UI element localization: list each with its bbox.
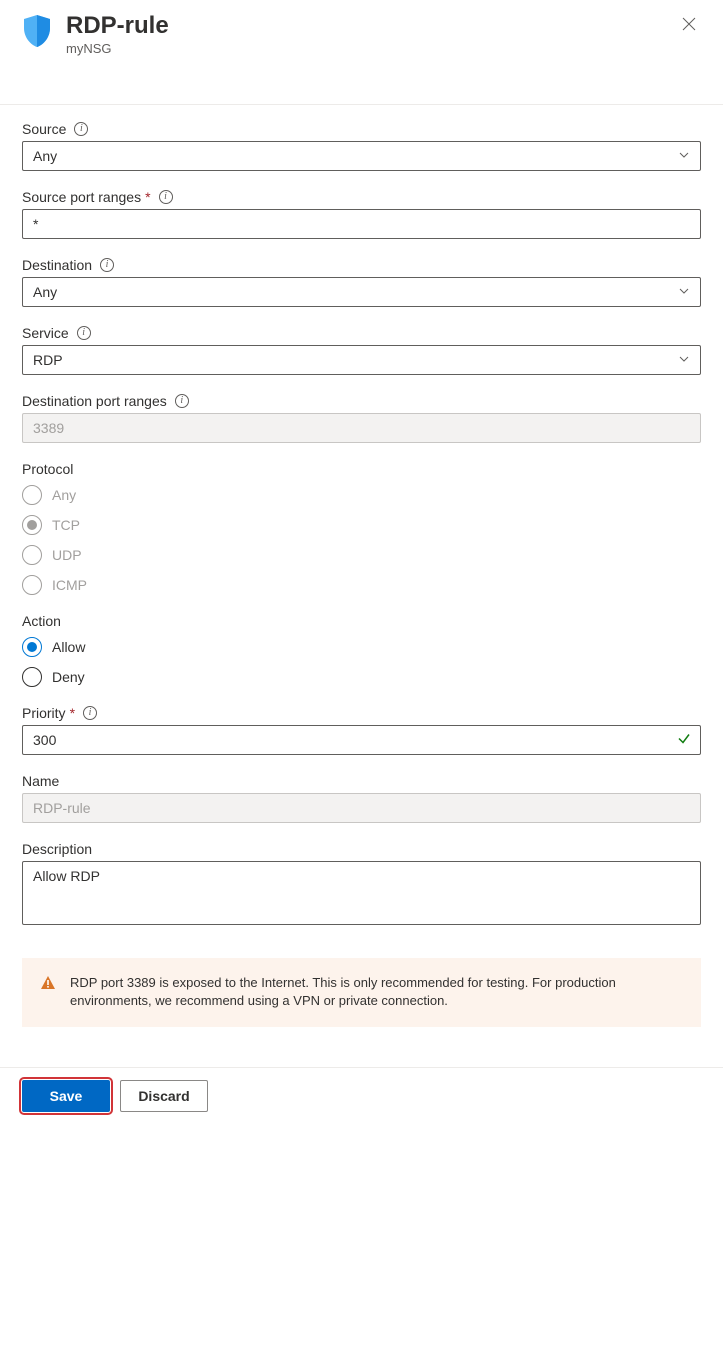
warning-text: RDP port 3389 is exposed to the Internet… — [70, 974, 683, 1012]
action-radio-group: Allow Deny — [22, 637, 701, 687]
protocol-label: Protocol — [22, 461, 73, 477]
destination-port-ranges-label: Destination port ranges — [22, 393, 167, 409]
protocol-radio-group: Any TCP UDP ICMP — [22, 485, 701, 595]
action-option-allow[interactable]: Allow — [22, 637, 701, 657]
source-select[interactable]: Any — [22, 141, 701, 171]
info-icon[interactable]: i — [159, 190, 173, 204]
warning-icon — [40, 975, 56, 994]
description-textarea[interactable] — [22, 861, 701, 925]
info-icon[interactable]: i — [100, 258, 114, 272]
source-port-ranges-input[interactable] — [22, 209, 701, 239]
required-marker: * — [70, 705, 75, 721]
info-icon[interactable]: i — [77, 326, 91, 340]
protocol-option-tcp: TCP — [22, 515, 701, 535]
source-port-ranges-label: Source port ranges — [22, 189, 141, 205]
protocol-option-icmp: ICMP — [22, 575, 701, 595]
shield-icon — [22, 14, 52, 51]
panel-header: RDP-rule myNSG — [22, 12, 701, 74]
info-icon[interactable]: i — [74, 122, 88, 136]
header-divider — [0, 104, 723, 105]
service-value: RDP — [33, 352, 63, 368]
save-button[interactable]: Save — [22, 1080, 110, 1112]
checkmark-icon — [677, 731, 691, 748]
close-button[interactable] — [677, 12, 701, 39]
panel-subtitle: myNSG — [66, 41, 677, 56]
chevron-down-icon — [678, 148, 690, 164]
description-label: Description — [22, 841, 92, 857]
service-label: Service — [22, 325, 69, 341]
name-label: Name — [22, 773, 59, 789]
warning-alert: RDP port 3389 is exposed to the Internet… — [22, 958, 701, 1028]
service-select[interactable]: RDP — [22, 345, 701, 375]
protocol-option-any: Any — [22, 485, 701, 505]
destination-port-ranges-input — [22, 413, 701, 443]
source-value: Any — [33, 148, 57, 164]
destination-value: Any — [33, 284, 57, 300]
info-icon[interactable]: i — [83, 706, 97, 720]
required-marker: * — [145, 189, 150, 205]
destination-select[interactable]: Any — [22, 277, 701, 307]
name-input — [22, 793, 701, 823]
panel-footer: Save Discard — [0, 1067, 723, 1128]
discard-button[interactable]: Discard — [120, 1080, 208, 1112]
chevron-down-icon — [678, 352, 690, 368]
panel-title: RDP-rule — [66, 12, 677, 40]
action-option-deny[interactable]: Deny — [22, 667, 701, 687]
info-icon[interactable]: i — [175, 394, 189, 408]
priority-input[interactable] — [22, 725, 701, 755]
action-label: Action — [22, 613, 61, 629]
close-icon — [681, 16, 697, 32]
chevron-down-icon — [678, 284, 690, 300]
priority-label: Priority — [22, 705, 66, 721]
source-label: Source — [22, 121, 66, 137]
protocol-option-udp: UDP — [22, 545, 701, 565]
destination-label: Destination — [22, 257, 92, 273]
